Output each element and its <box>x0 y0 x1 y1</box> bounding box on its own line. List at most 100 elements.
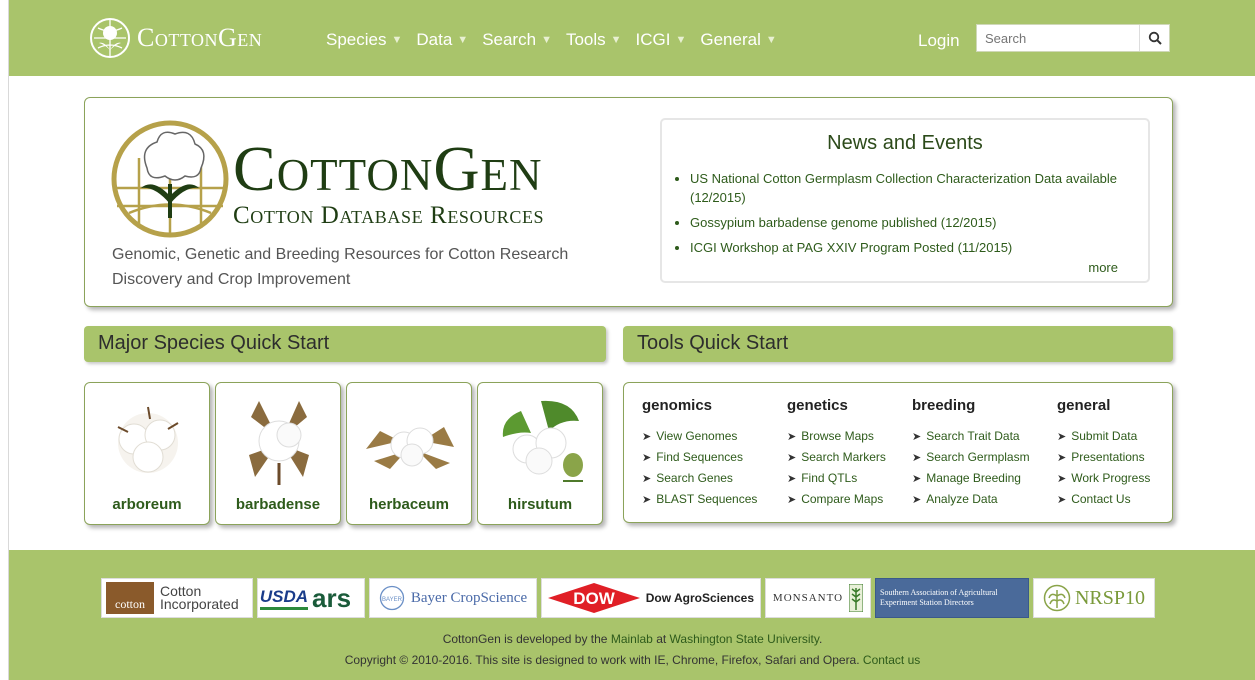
tool-link-label: BLAST Sequences <box>656 492 758 506</box>
menu-general[interactable]: General ▼ <box>700 30 776 50</box>
contact-us-link[interactable]: Contact us <box>863 653 920 667</box>
hero-subtitle: Cotton Database Resources <box>233 202 545 229</box>
menu-species-label: Species <box>326 30 387 49</box>
monsanto-text: MONSANTO <box>772 592 844 604</box>
tool-link[interactable]: ➤ Find Sequences <box>642 447 757 468</box>
caret-down-icon: ▼ <box>541 34 552 46</box>
wsu-link[interactable]: Washington State University <box>670 632 819 646</box>
cotton-seal-icon: cotton <box>106 582 154 614</box>
nrsp10-logo[interactable]: NRSP10 <box>1033 578 1155 618</box>
menu-tools[interactable]: Tools ▼ <box>566 30 622 50</box>
tool-link[interactable]: ➤ Manage Breeding <box>912 468 1030 489</box>
tool-link[interactable]: ➤ Search Trait Data <box>912 426 1030 447</box>
tools-column-general: general ➤ Submit Data ➤ Presentations ➤ Wor… <box>1057 397 1150 510</box>
tools-column-genetics: genetics ➤ Browse Maps ➤ Search Markers ➤ F… <box>787 397 886 510</box>
cotton-boll-image <box>366 427 454 469</box>
species-card-herbaceum[interactable]: herbaceum <box>346 382 472 525</box>
news-more-link[interactable]: more <box>1088 260 1118 275</box>
usda-ars-logo[interactable]: USDA ars <box>257 578 365 618</box>
cotton-logo-icon <box>90 18 130 58</box>
news-item[interactable]: US National Cotton Germplasm Collection … <box>690 169 1148 207</box>
search-button[interactable] <box>1139 25 1169 51</box>
svg-text:DOW: DOW <box>573 589 616 608</box>
menu-search[interactable]: Search ▼ <box>482 30 552 50</box>
footer-copyright-line: Copyright © 2010-2016. This site is desi… <box>9 653 1255 667</box>
bayer-cross-icon: BAYER <box>379 585 405 611</box>
tool-link[interactable]: ➤ Contact Us <box>1057 489 1150 510</box>
arrow-icon: ➤ <box>912 452 922 464</box>
tools-column-title: genomics <box>642 397 713 414</box>
news-box: News and Events US National Cotton Germp… <box>660 118 1150 283</box>
tool-link[interactable]: ➤ View Genomes <box>642 426 757 447</box>
news-list: US National Cotton Germplasm Collection … <box>690 169 1148 257</box>
tools-column-genomics: genomics ➤ View Genomes ➤ Find Sequences ➤… <box>642 397 757 510</box>
caret-down-icon: ▼ <box>610 34 622 46</box>
dow-diamond-icon: DOW <box>548 583 640 613</box>
footer: cotton Cotton Incorporated USDA ars BAYER… <box>9 550 1255 680</box>
tool-link-label: Browse Maps <box>801 429 874 443</box>
cotton-boll-image <box>249 401 309 485</box>
tool-link-label: Find QTLs <box>801 471 858 485</box>
tool-link-label: Analyze Data <box>926 492 998 506</box>
arrow-icon: ➤ <box>1057 494 1067 506</box>
news-item[interactable]: ICGI Workshop at PAG XXIV Program Posted… <box>690 238 1148 257</box>
tool-link[interactable]: ➤ Compare Maps <box>787 489 886 510</box>
login-link[interactable]: Login <box>918 31 960 51</box>
bayer-cropscience-logo[interactable]: BAYER Bayer CropScience <box>369 578 537 618</box>
tool-link[interactable]: ➤ Browse Maps <box>787 426 886 447</box>
monsanto-logo[interactable]: MONSANTO <box>765 578 871 618</box>
saaesd-logo[interactable]: Southern Association of Agricultural Exp… <box>875 578 1029 618</box>
news-item[interactable]: Gossypium barbadense genome published (1… <box>690 213 1148 232</box>
cotton-boll-image <box>117 406 179 473</box>
menu-icgi-label: ICGI <box>635 30 671 49</box>
arrow-icon: ➤ <box>1057 473 1067 485</box>
svg-text:ars: ars <box>312 585 351 611</box>
tool-link[interactable]: ➤ Search Markers <box>787 447 886 468</box>
nrsp10-text: NRSP10 <box>1074 586 1146 609</box>
menu-data[interactable]: Data ▼ <box>416 30 468 50</box>
svg-text:BAYER: BAYER <box>382 597 403 603</box>
footer-credit-line: CottonGen is developed by the Mainlab at… <box>9 632 1255 646</box>
search-input[interactable] <box>977 25 1139 51</box>
arrow-icon: ➤ <box>642 452 652 464</box>
species-label: hirsutum <box>507 496 573 513</box>
menu-species[interactable]: Species ▼ <box>326 30 402 50</box>
dow-agrosciences-logo[interactable]: DOW Dow AgroSciences <box>541 578 761 618</box>
tool-link[interactable]: ➤ Search Genes <box>642 468 757 489</box>
mainlab-link[interactable]: Mainlab <box>611 632 653 646</box>
wheat-icon <box>849 584 864 612</box>
tool-link[interactable]: ➤ Find QTLs <box>787 468 886 489</box>
footer-credit-suffix: . <box>818 632 823 646</box>
arrow-icon: ➤ <box>787 473 797 485</box>
species-card-barbadense[interactable]: barbadense <box>215 382 341 525</box>
tool-link-label: Manage Breeding <box>926 471 1021 485</box>
bayer-text: Bayer CropScience <box>410 589 528 606</box>
saaesd-text: Southern Association of Agricultural Exp… <box>880 588 998 607</box>
cottongen-logo-icon <box>111 120 229 238</box>
arrow-icon: ➤ <box>1057 431 1067 443</box>
brand-link[interactable]: CottonGen <box>89 16 262 60</box>
tool-link[interactable]: ➤ Search Germplasm <box>912 447 1030 468</box>
tool-link[interactable]: ➤ Submit Data <box>1057 426 1150 447</box>
cotton-inc-line2: Incorporated <box>160 596 239 612</box>
tools-column-title: genetics <box>787 397 848 414</box>
hero-title: CottonGen <box>233 133 543 204</box>
menu-data-label: Data <box>416 30 453 49</box>
menu-tools-label: Tools <box>565 30 606 49</box>
cotton-incorporated-logo[interactable]: cotton Cotton Incorporated <box>101 578 253 618</box>
search-icon <box>1148 31 1162 45</box>
species-card-arboreum[interactable]: arboreum <box>84 382 210 525</box>
tools-panel: genomics ➤ View Genomes ➤ Find Sequences ➤… <box>623 382 1173 523</box>
menu-icgi[interactable]: ICGI ▼ <box>636 30 687 50</box>
tool-link[interactable]: ➤ Presentations <box>1057 447 1150 468</box>
top-navbar: CottonGen Species ▼ Data ▼ Search ▼ Tools ▼ … <box>9 0 1255 76</box>
tool-link[interactable]: ➤ BLAST Sequences <box>642 489 757 510</box>
tool-link[interactable]: ➤ Analyze Data <box>912 489 1030 510</box>
tool-link[interactable]: ➤ Work Progress <box>1057 468 1150 489</box>
species-card-hirsutum[interactable]: hirsutum <box>477 382 603 525</box>
menu-search-label: Search <box>482 30 537 49</box>
arrow-icon: ➤ <box>912 473 922 485</box>
tool-link-label: Work Progress <box>1071 471 1151 485</box>
sponsor-logos: cotton Cotton Incorporated USDA ars BAYER… <box>101 578 1155 618</box>
arrow-icon: ➤ <box>787 452 797 464</box>
